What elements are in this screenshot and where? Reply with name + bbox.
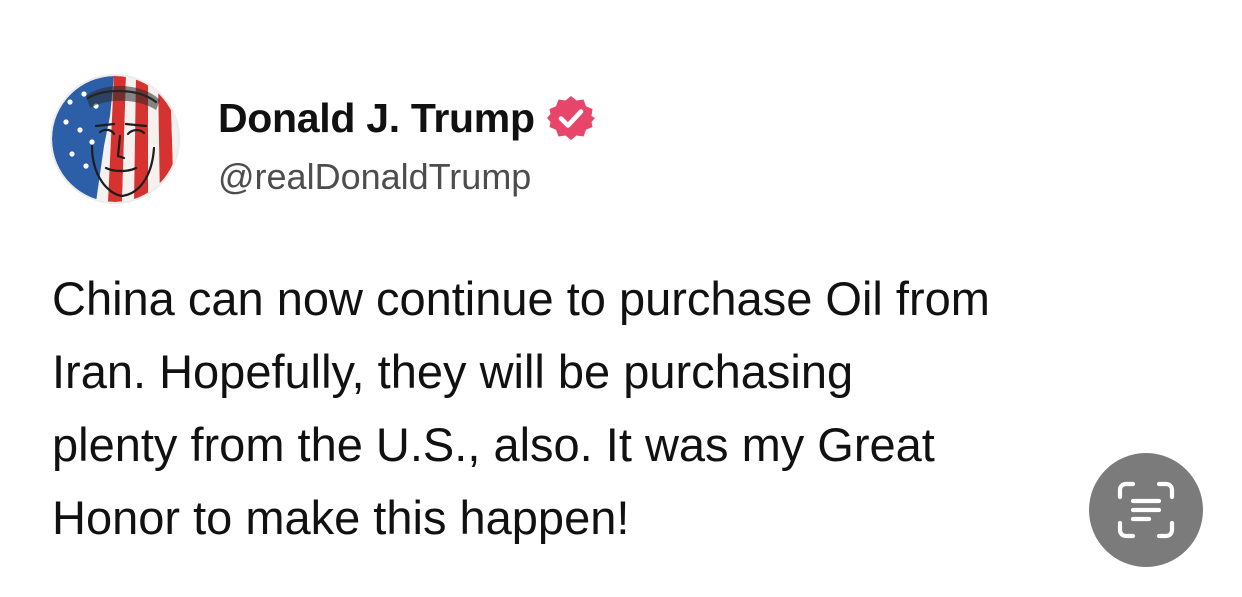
author-display-name[interactable]: Donald J. Trump (218, 95, 535, 142)
profile-avatar[interactable] (52, 76, 178, 202)
verified-badge-icon (546, 94, 595, 142)
flag-portrait-avatar-icon (52, 76, 178, 202)
post-card: Donald J. Trump @realDonaldTrump China c… (0, 0, 1242, 597)
live-text-button[interactable] (1089, 453, 1203, 567)
author-line: Donald J. Trump (218, 88, 595, 148)
live-text-scan-icon (1117, 481, 1175, 539)
author-handle[interactable]: @realDonaldTrump (218, 156, 531, 198)
post-text: China can now continue to purchase Oil f… (52, 272, 990, 544)
